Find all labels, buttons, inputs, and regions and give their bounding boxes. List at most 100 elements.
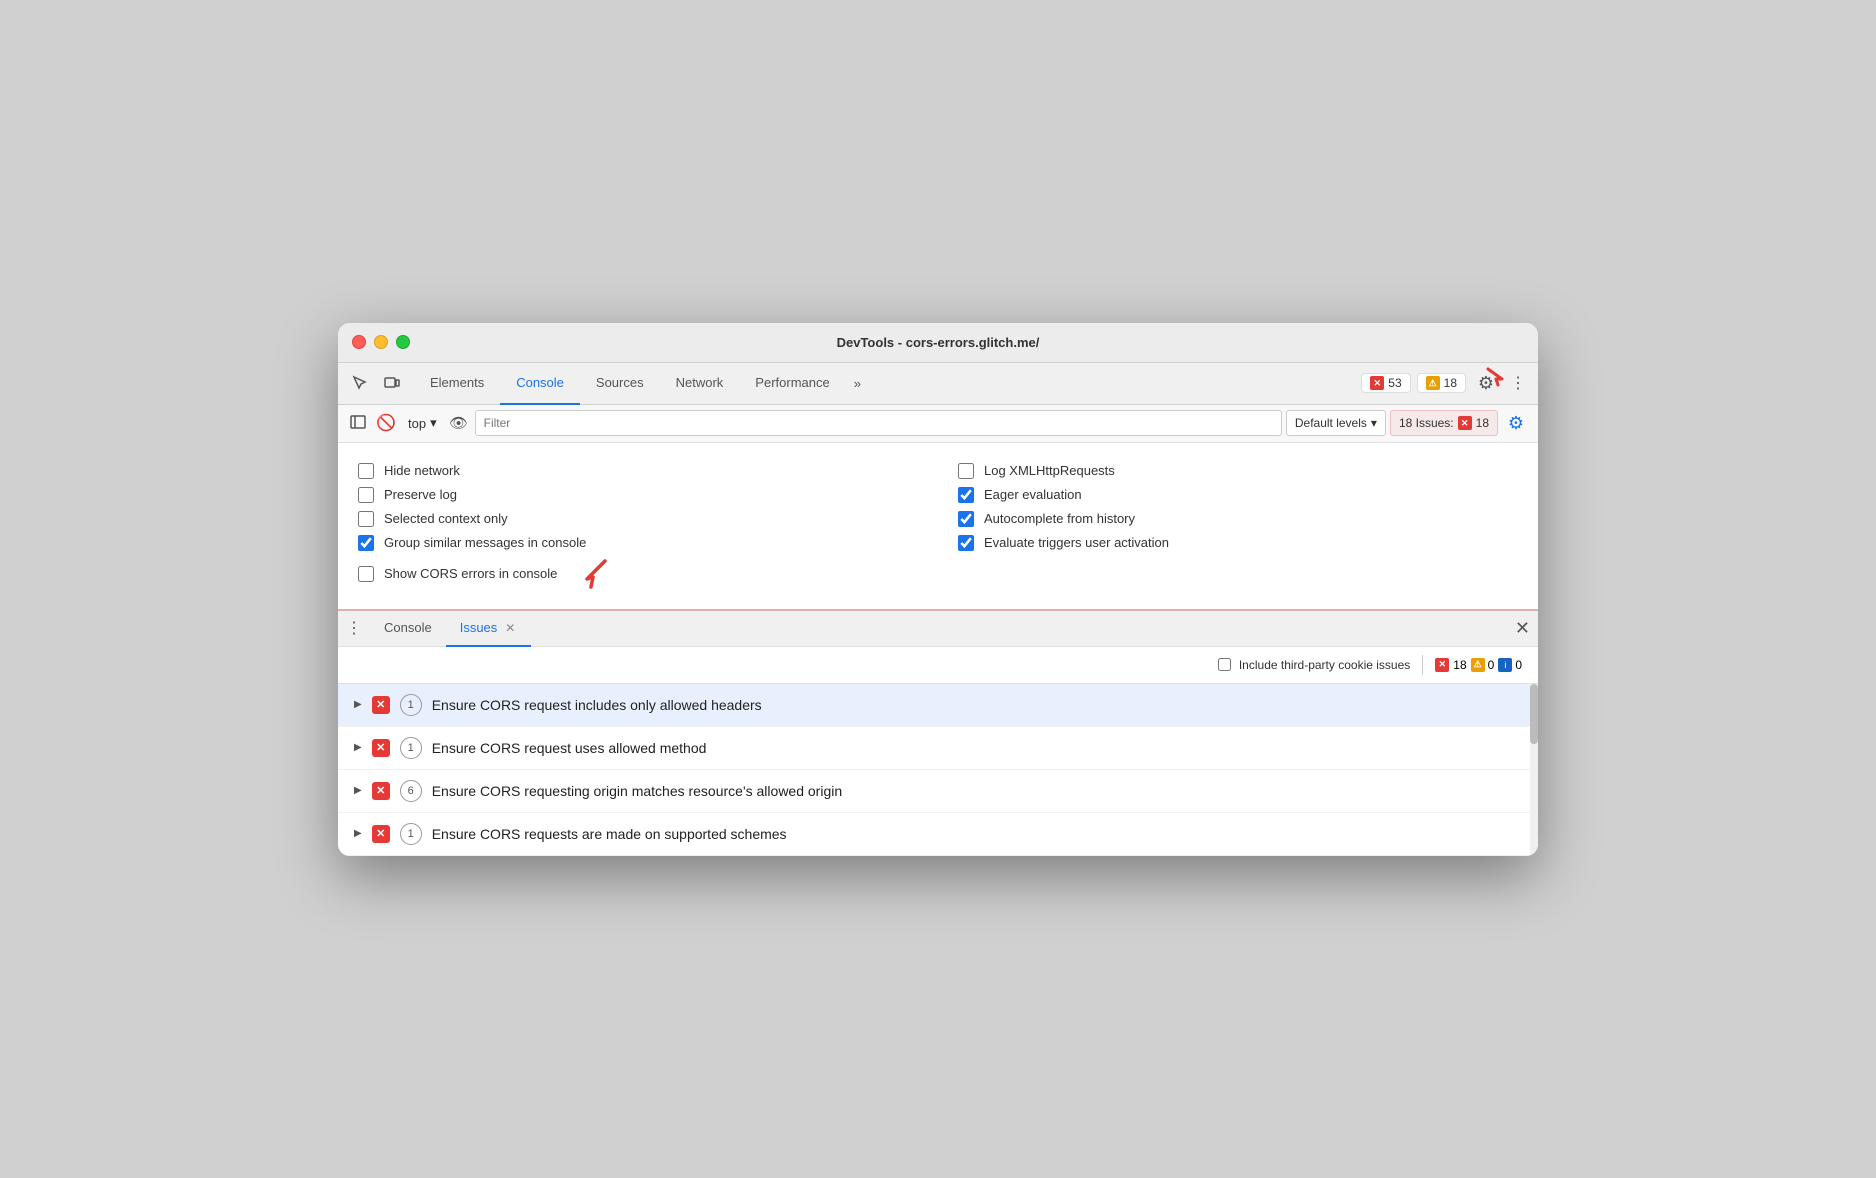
- show-sidebar-button[interactable]: [346, 411, 370, 435]
- eager-eval-checkbox[interactable]: [958, 487, 974, 503]
- preserve-log-row: Preserve log: [358, 483, 918, 507]
- settings-grid: Hide network Preserve log Selected conte…: [358, 459, 1518, 593]
- tabs-right: ✕ 53 ⚠ 18 ⚙ ⋮: [1361, 369, 1530, 397]
- preserve-log-checkbox[interactable]: [358, 487, 374, 503]
- issue-count-1: 1: [400, 694, 422, 716]
- autocomplete-label: Autocomplete from history: [984, 511, 1135, 526]
- issues-filter-bar: Include third-party cookie issues ✕ 18 ⚠…: [338, 647, 1538, 684]
- autocomplete-checkbox[interactable]: [958, 511, 974, 527]
- issue-error-icon-1: ✕: [372, 696, 390, 714]
- show-cors-row: Show CORS errors in console: [358, 555, 918, 593]
- expand-icon-3: ▶: [354, 785, 362, 796]
- bottom-panel: ⋮ Console Issues ✕ ✕ Include third-party…: [338, 611, 1538, 856]
- log-xml-label: Log XMLHttpRequests: [984, 463, 1115, 478]
- bottom-tab-console[interactable]: Console: [370, 611, 446, 647]
- inspect-element-button[interactable]: [346, 369, 374, 397]
- maximize-button[interactable]: [396, 335, 410, 349]
- main-tabs-bar: Elements Console Sources Network Perform…: [338, 363, 1538, 405]
- context-selector[interactable]: top ▾: [402, 413, 443, 433]
- close-bottom-panel-button[interactable]: ✕: [1515, 618, 1530, 639]
- eager-eval-row: Eager evaluation: [958, 483, 1518, 507]
- bottom-tab-issues[interactable]: Issues ✕: [446, 611, 532, 647]
- selected-context-row: Selected context only: [358, 507, 918, 531]
- log-xml-row: Log XMLHttpRequests: [958, 459, 1518, 483]
- eager-eval-label: Eager evaluation: [984, 487, 1082, 502]
- filter-divider: [1422, 655, 1423, 675]
- settings-panel: Hide network Preserve log Selected conte…: [338, 443, 1538, 611]
- issue-title-1: Ensure CORS request includes only allowe…: [432, 697, 762, 713]
- settings-button[interactable]: ⚙: [1472, 369, 1500, 397]
- issues-count-badges: ✕ 18 ⚠ 0 i 0: [1435, 658, 1522, 672]
- issue-row-1[interactable]: ▶ ✕ 1 Ensure CORS request includes only …: [338, 684, 1538, 727]
- titlebar: DevTools - cors-errors.glitch.me/: [338, 323, 1538, 363]
- settings-gear-wrapper: ⚙: [1472, 369, 1500, 397]
- group-similar-row: Group similar messages in console: [358, 531, 918, 555]
- group-similar-checkbox[interactable]: [358, 535, 374, 551]
- issues-badge[interactable]: 18 Issues: ✕ 18: [1390, 410, 1498, 436]
- scrollbar-track: [1530, 684, 1538, 856]
- tab-icons: [346, 369, 406, 397]
- show-cors-label: Show CORS errors in console: [384, 566, 557, 581]
- console-settings-button[interactable]: ⚙: [1502, 409, 1530, 437]
- warn-icon: ⚠: [1426, 376, 1440, 390]
- issues-info-count: i 0: [1498, 658, 1522, 672]
- tab-console[interactable]: Console: [500, 363, 580, 405]
- issue-title-2: Ensure CORS request uses allowed method: [432, 740, 707, 756]
- filter-input[interactable]: [475, 410, 1282, 436]
- tab-performance[interactable]: Performance: [739, 363, 845, 405]
- tab-elements[interactable]: Elements: [414, 363, 500, 405]
- devtools-window: DevTools - cors-errors.glitch.me/ Elemen…: [338, 323, 1538, 856]
- hide-network-checkbox[interactable]: [358, 463, 374, 479]
- selected-context-checkbox[interactable]: [358, 511, 374, 527]
- issue-row-3[interactable]: ▶ ✕ 6 Ensure CORS requesting origin matc…: [338, 770, 1538, 813]
- warn-count-badge[interactable]: ⚠ 18: [1417, 373, 1466, 393]
- live-expression-button[interactable]: 👁: [447, 411, 471, 435]
- issues-error-count: 18: [1453, 658, 1466, 672]
- error-icon: ✕: [1370, 376, 1384, 390]
- issues-error-icon: ✕: [1458, 416, 1472, 430]
- tab-network[interactable]: Network: [660, 363, 740, 405]
- context-dropdown-arrow: ▾: [430, 415, 437, 431]
- issue-error-icon-2: ✕: [372, 739, 390, 757]
- close-issues-tab-button[interactable]: ✕: [503, 621, 517, 635]
- group-similar-label: Group similar messages in console: [384, 535, 586, 550]
- eval-triggers-row: Evaluate triggers user activation: [958, 531, 1518, 555]
- issue-title-3: Ensure CORS requesting origin matches re…: [432, 783, 842, 799]
- third-party-checkbox[interactable]: [1218, 658, 1231, 671]
- autocomplete-row: Autocomplete from history: [958, 507, 1518, 531]
- issues-info-icon: i: [1498, 658, 1512, 672]
- issue-row-2[interactable]: ▶ ✕ 1 Ensure CORS request uses allowed m…: [338, 727, 1538, 770]
- scrollbar-thumb[interactable]: [1530, 684, 1538, 744]
- eval-triggers-label: Evaluate triggers user activation: [984, 535, 1169, 550]
- panel-menu-button[interactable]: ⋮: [346, 618, 362, 638]
- bottom-tabs-bar: ⋮ Console Issues ✕ ✕: [338, 611, 1538, 647]
- close-button[interactable]: [352, 335, 366, 349]
- tab-sources[interactable]: Sources: [580, 363, 660, 405]
- expand-icon-1: ▶: [354, 699, 362, 710]
- log-levels-selector[interactable]: Default levels ▾: [1286, 410, 1386, 436]
- selected-context-label: Selected context only: [384, 511, 508, 526]
- issue-row-4[interactable]: ▶ ✕ 1 Ensure CORS requests are made on s…: [338, 813, 1538, 856]
- eval-triggers-checkbox[interactable]: [958, 535, 974, 551]
- error-count-badge[interactable]: ✕ 53: [1361, 373, 1410, 393]
- clear-console-button[interactable]: 🚫: [374, 411, 398, 435]
- log-xml-checkbox[interactable]: [958, 463, 974, 479]
- third-party-label: Include third-party cookie issues: [1239, 658, 1410, 672]
- issues-filter-error-icon: ✕: [1435, 658, 1449, 672]
- issue-count-2: 1: [400, 737, 422, 759]
- issue-title-4: Ensure CORS requests are made on support…: [432, 826, 787, 842]
- more-tabs-button[interactable]: »: [846, 376, 869, 391]
- traffic-lights: [352, 335, 410, 349]
- issues-warn-icon: ⚠: [1471, 658, 1485, 672]
- minimize-button[interactable]: [374, 335, 388, 349]
- expand-icon-4: ▶: [354, 828, 362, 839]
- show-cors-checkbox[interactable]: [358, 566, 374, 582]
- third-party-filter: Include third-party cookie issues: [1218, 658, 1410, 672]
- more-options-button[interactable]: ⋮: [1506, 369, 1530, 397]
- red-arrow-annotation: [571, 559, 607, 589]
- settings-left-col: Hide network Preserve log Selected conte…: [358, 459, 918, 593]
- device-toolbar-button[interactable]: [378, 369, 406, 397]
- issue-error-icon-4: ✕: [372, 825, 390, 843]
- issues-list: ▶ ✕ 1 Ensure CORS request includes only …: [338, 684, 1538, 856]
- issue-count-3: 6: [400, 780, 422, 802]
